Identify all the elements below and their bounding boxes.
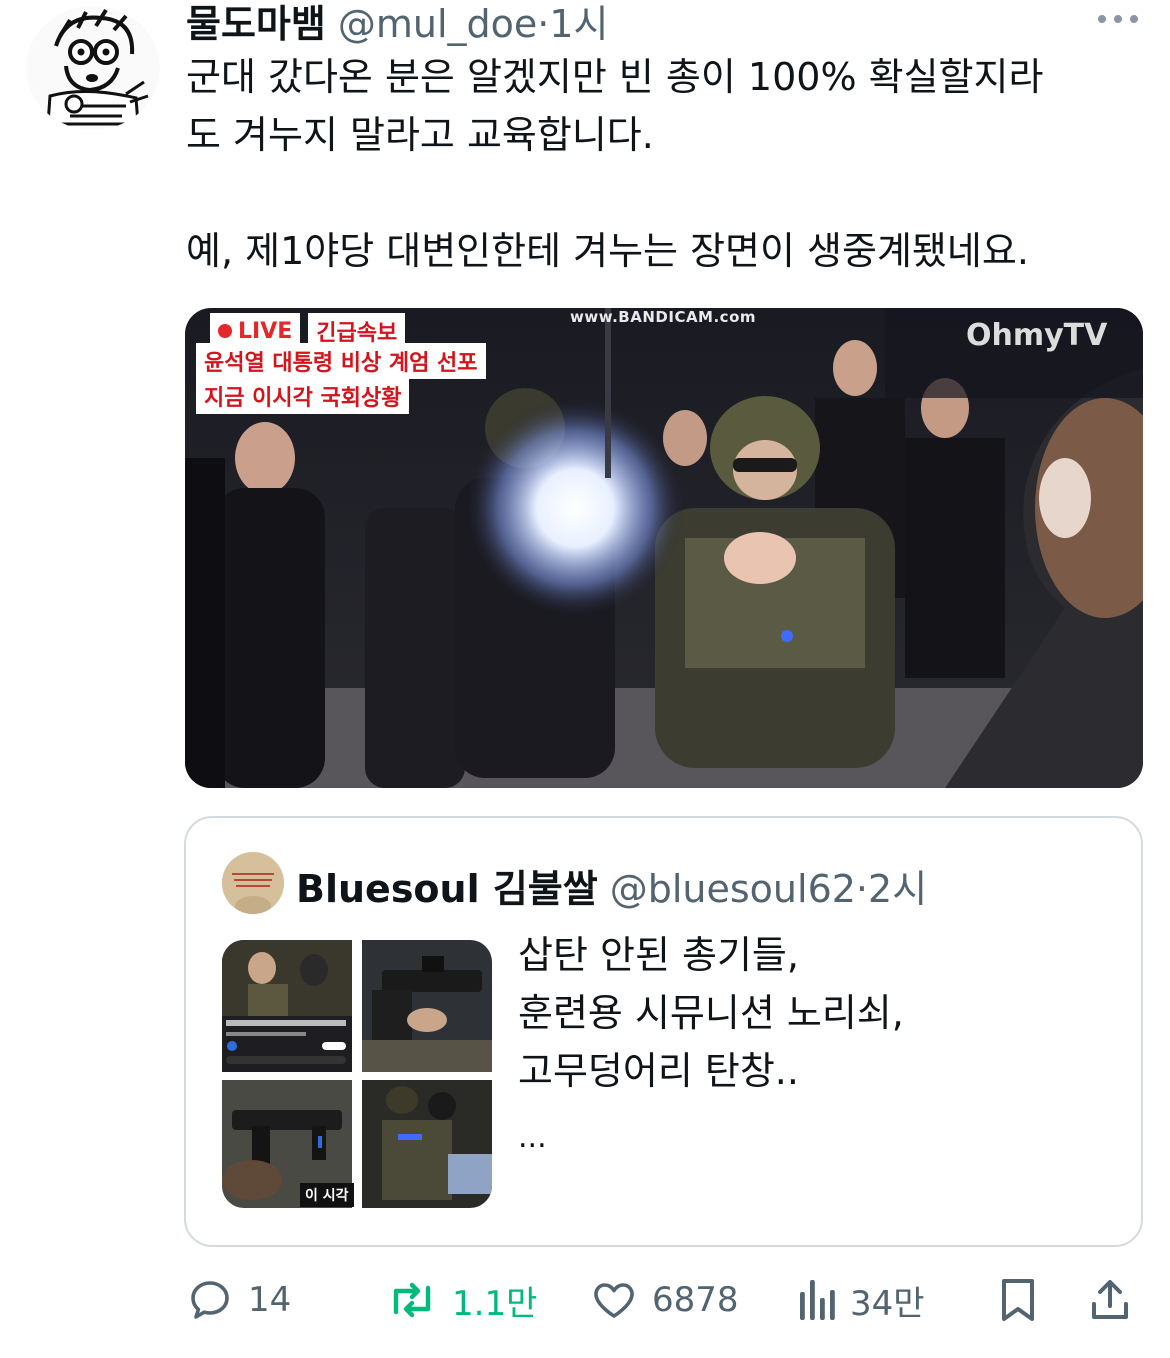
thumb-4 [362,1080,492,1208]
quoted-author-name[interactable]: Bluesoul 김불쌀 [296,858,598,913]
retweet-icon [393,1282,431,1318]
live-dot-icon [218,324,232,338]
like-button[interactable]: 6878 [590,1270,739,1330]
more-options-button[interactable] [1094,8,1142,30]
thumbnail-caption: 이 시각 [300,1183,354,1207]
dot-separator: · [855,867,869,911]
retweet-count: 1.1만 [452,1283,538,1324]
thumb-2 [362,940,492,1072]
quoted-media-grid[interactable] [222,940,492,1208]
quoted-avatar-image [222,852,284,914]
quoted-author-avatar[interactable] [222,852,284,914]
bookmark-button[interactable] [996,1270,1040,1330]
channel-logo: OhmyTV [966,318,1108,353]
tweet-action-bar: 14 1.1만 6878 34만 [186,1270,1146,1330]
quoted-author-handle[interactable]: @bluesoul62·2시 [610,858,927,913]
recording-watermark: www.BANDICAM.com [570,308,757,326]
tweet-time[interactable]: 1시 [549,2,608,46]
author-name[interactable]: 물도마뱀 [186,0,326,48]
author-avatar[interactable] [26,6,160,130]
thumb-1 [222,940,352,1072]
quoted-tweet-text: 삽탄 안된 총기들, 훈련용 시뮤니션 노리쇠, 고무덩어리 탄창.. [518,933,904,1093]
retweet-button[interactable]: 1.1만 [386,1270,537,1330]
like-count: 6878 [652,1280,739,1320]
author-handle[interactable]: @mul_doe·1시 [338,0,609,48]
more-icon [1098,15,1138,23]
dot-separator: · [537,1,550,46]
news-headline-1: 윤석열 대통령 비상 계엄 선포 [196,343,486,379]
reply-button[interactable]: 14 [186,1270,291,1330]
live-label: LIVE [238,318,293,344]
heart-icon [594,1283,634,1318]
quoted-media-thumbnails [222,940,492,1208]
news-headline-2: 지금 이시각 국회상황 [196,378,410,414]
views-count: 34만 [850,1283,925,1324]
share-icon [1092,1280,1128,1319]
views-icon [800,1280,835,1320]
reply-icon [191,1281,229,1319]
reply-count: 14 [248,1280,292,1320]
avatar-illustration [26,6,160,130]
quoted-tweet-header: Bluesoul 김불쌀 @bluesoul62·2시 [296,858,927,913]
bookmark-icon [1002,1279,1034,1321]
views-button[interactable]: 34만 [796,1270,925,1330]
tweet-header: 물도마뱀 @mul_doe·1시 [186,0,609,46]
tweet-text: 군대 갔다온 분은 알겠지만 빈 총이 100% 확실할지라 도 겨누지 말라고… [186,55,1044,273]
share-button[interactable] [1086,1270,1134,1330]
quoted-tweet-ellipsis: ... [518,1120,547,1155]
quoted-tweet-time[interactable]: 2시 [868,867,927,911]
